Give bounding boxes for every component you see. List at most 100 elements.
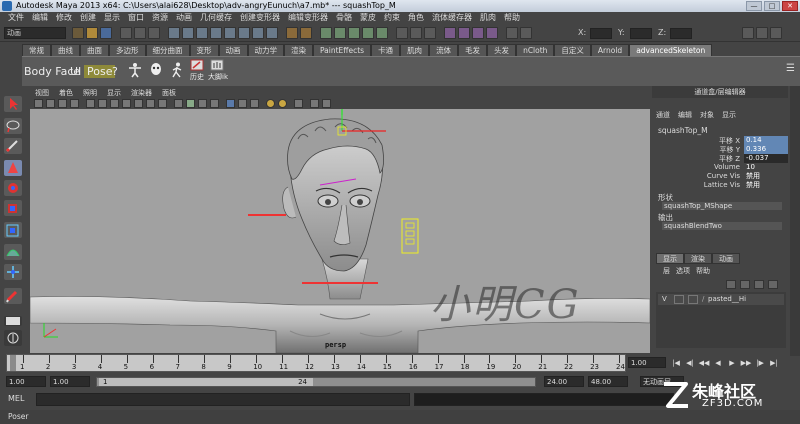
select-component-icon[interactable] [148,27,160,39]
select-object-icon[interactable] [134,27,146,39]
cb-menu-channels[interactable]: 通道 [652,110,674,120]
ui-button[interactable]: UI [70,65,81,78]
menu-edit[interactable]: 编辑 [28,12,52,24]
select-tool-icon[interactable] [4,96,22,112]
soft-modification-icon[interactable] [4,244,22,260]
attr-translate-x-value[interactable]: 0.14 [744,136,788,145]
shadows-icon[interactable] [250,99,259,108]
y-field[interactable] [630,28,652,39]
attribute-editor-side-tabs[interactable] [790,86,800,356]
shelf-tab-ncloth[interactable]: nCloth [516,44,555,56]
xray-joints-icon[interactable] [322,99,331,108]
menu-geometry-cache[interactable]: 几何缓存 [196,12,236,24]
lock-selection-icon[interactable] [286,27,298,39]
menu-skeleton[interactable]: 骨骼 [332,12,356,24]
new-scene-icon[interactable] [72,27,84,39]
maximize-button[interactable]: □ [764,1,780,11]
output-node-item[interactable]: squashBlendTwo [662,222,782,230]
move-tool-icon[interactable] [4,160,22,176]
go-to-start-icon[interactable]: |◀ [670,357,682,369]
step-back-icon[interactable]: ◀| [684,357,696,369]
viewport-menu-view[interactable]: 视图 [30,88,54,98]
step-forward-key-icon[interactable]: ▶▶ [740,357,752,369]
absolute-transform-icon[interactable] [520,27,532,39]
select-misc-icon[interactable] [266,27,278,39]
shelf-tab-custom[interactable]: 自定义 [554,44,591,56]
x-field[interactable] [590,28,612,39]
high-quality-icon[interactable] [266,99,275,108]
channel-box-toggle-icon[interactable] [770,27,782,39]
shelf-tab-advancedskeleton[interactable]: advancedSkeleton [629,44,713,56]
camera-attributes-icon[interactable] [46,99,55,108]
shelf-tab-toon[interactable]: 卡通 [371,44,401,56]
scale-tool-icon[interactable] [4,200,22,216]
t-pose-icon[interactable] [128,62,142,78]
walk-pose-icon[interactable] [170,62,184,78]
default-lighting-icon[interactable] [226,99,235,108]
select-joints-icon[interactable] [182,27,194,39]
image-plane-icon[interactable] [70,99,79,108]
help-button[interactable]: ? [112,65,118,78]
shelf-tab-arnold[interactable]: Arnold [590,44,630,56]
menu-muscle[interactable]: 肌肉 [476,12,500,24]
layer-tab-display[interactable]: 显示 [656,253,684,264]
animation-end-field[interactable]: 48.00 [588,376,628,387]
layer-menu-layers[interactable]: 层 [660,266,673,276]
isolate-select-icon[interactable] [310,99,319,108]
attr-lattice-vis-value[interactable]: 禁用 [744,181,788,190]
shelf-tab-painteffects[interactable]: PaintEffects [313,44,372,56]
move-layer-up-icon[interactable] [726,280,736,289]
select-handles-icon[interactable] [168,27,180,39]
layer-color-swatch[interactable] [688,295,698,304]
menu-constrain[interactable]: 约束 [380,12,404,24]
resolution-gate-icon[interactable] [110,99,119,108]
select-rendering-icon[interactable] [252,27,264,39]
select-camera-icon[interactable] [34,99,43,108]
attr-curve-vis-value[interactable]: 禁用 [744,172,788,181]
single-perspective-layout-icon[interactable] [4,316,22,326]
menu-set-dropdown[interactable]: 动画 [4,27,66,39]
pose-button[interactable]: Pose [84,65,116,78]
layer-visibility-toggle[interactable]: V [662,294,667,305]
viewport-menu-panels[interactable]: 面板 [157,88,181,98]
cb-menu-edit[interactable]: 编辑 [674,110,696,120]
move-layer-down-icon[interactable] [740,280,750,289]
tool-settings-icon[interactable] [756,27,768,39]
input-ops-icon[interactable] [396,27,408,39]
lasso-tool-icon[interactable] [4,118,22,134]
layer-row[interactable]: V / pasted__Hi [658,294,784,305]
current-frame-field[interactable]: 1.00 [628,357,666,368]
cb-menu-show[interactable]: 显示 [718,110,740,120]
shelf-tab-subdivs[interactable]: 细分曲面 [145,44,190,56]
safe-title-icon[interactable] [158,99,167,108]
layer-type-toggle[interactable] [674,295,684,304]
new-layer-from-selection-icon[interactable] [768,280,778,289]
film-gate-icon[interactable] [98,99,107,108]
snap-live-icon[interactable] [376,27,388,39]
textured-icon[interactable] [210,99,219,108]
menu-window[interactable]: 窗口 [124,12,148,24]
menu-edit-deformers[interactable]: 编辑变形器 [284,12,332,24]
construction-history-icon[interactable] [424,27,436,39]
select-deformers-icon[interactable] [224,27,236,39]
close-button[interactable]: ✕ [782,1,798,11]
rotate-tool-icon[interactable] [4,180,22,196]
shelf-tab-muscle[interactable]: 肌肉 [400,44,430,56]
shelf-tab-hair[interactable]: 头发 [487,44,517,56]
select-hierarchy-icon[interactable] [120,27,132,39]
go-to-end-icon[interactable]: ▶| [768,357,780,369]
shelf-tab-surfaces[interactable]: 曲面 [80,44,109,56]
play-backwards-icon[interactable]: ◀ [712,357,724,369]
snap-plane-icon[interactable] [362,27,374,39]
render-frame-icon[interactable] [458,27,470,39]
ambient-occlusion-icon[interactable] [278,99,287,108]
bookmarks-icon[interactable] [58,99,67,108]
shelf-tab-fluids[interactable]: 流体 [429,44,459,56]
step-forward-icon[interactable]: |▶ [754,357,766,369]
history-icon[interactable] [190,59,204,71]
input-line-mode-icon[interactable] [506,27,518,39]
layer-tab-render[interactable]: 渲染 [684,253,712,264]
time-slider[interactable]: 1 2 3 4 5 6 7 8 9 10 11 12 13 14 15 16 17 18 19 20 21 22 23 24 [6,354,626,372]
animation-start-field[interactable]: 1.00 [6,376,46,387]
cb-menu-object[interactable]: 对象 [696,110,718,120]
